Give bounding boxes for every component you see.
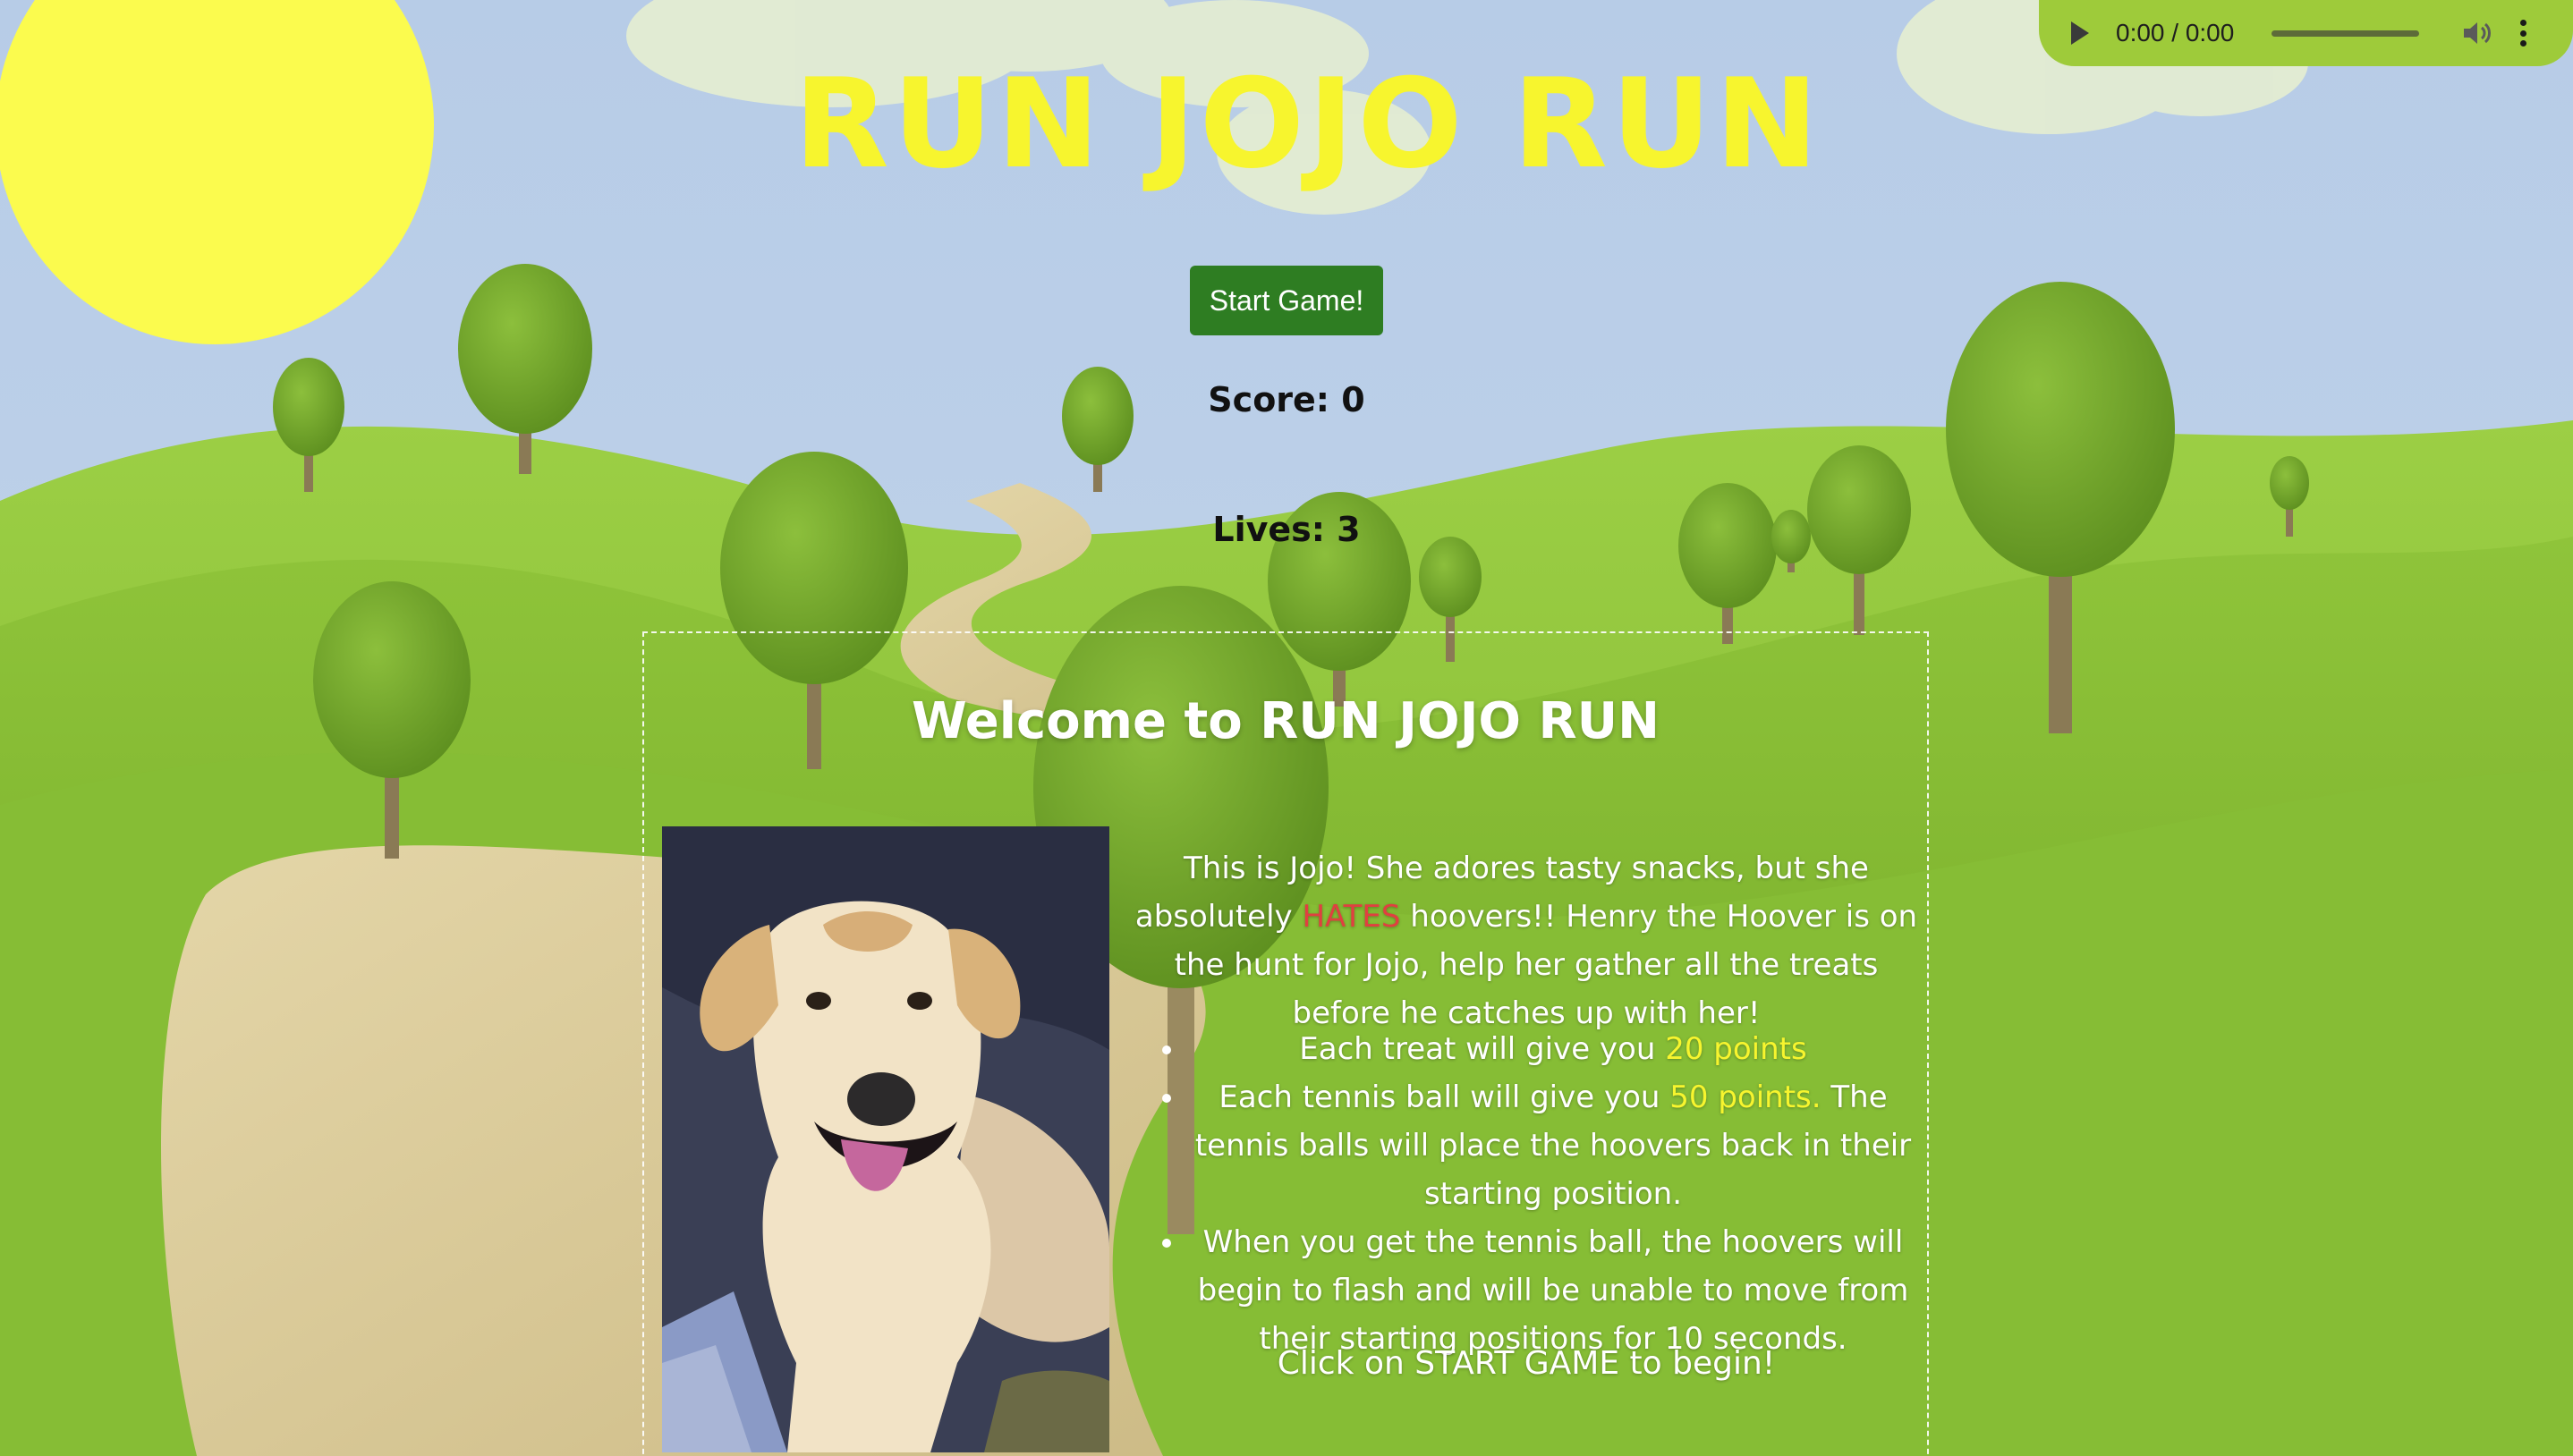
hates-word: HATES — [1302, 899, 1401, 935]
list-item: When you get the tennis ball, the hoover… — [1186, 1218, 1920, 1363]
rule-text: Each treat will give you — [1299, 1031, 1656, 1067]
list-item: Each tennis ball will give you 50 points… — [1186, 1073, 1920, 1218]
list-item: Each treat will give you 20 points — [1186, 1025, 1920, 1073]
audio-player[interactable]: 0:00 / 0:00 — [2039, 0, 2573, 66]
audio-time: 0:00 / 0:00 — [2116, 19, 2235, 47]
volume-icon[interactable] — [2462, 20, 2492, 47]
rules-list: Each treat will give you 20 points Each … — [1133, 1025, 1920, 1363]
lives-display: Lives: 3 — [1212, 510, 1361, 549]
rule-points: 20 points — [1665, 1031, 1807, 1067]
game-title: RUN JOJO RUN — [794, 52, 1822, 196]
intro-text: This is Jojo! She adores tasty snacks, b… — [1133, 844, 1920, 1037]
start-game-button[interactable]: Start Game! — [1190, 266, 1383, 335]
rule-points: 50 points. — [1669, 1079, 1821, 1115]
more-vert-icon[interactable] — [2519, 20, 2526, 47]
instructions-panel: Welcome to RUN JOJO RUN This is Jojo! Sh… — [642, 631, 1929, 1456]
call-to-action: Click on START GAME to begin! — [1277, 1345, 1776, 1382]
rule-text: When you get the tennis ball, the hoover… — [1197, 1224, 1909, 1357]
jojo-dog-photo — [662, 826, 1109, 1452]
rule-text: Each tennis ball will give you — [1219, 1079, 1660, 1115]
play-icon[interactable] — [2071, 21, 2089, 45]
welcome-heading: Welcome to RUN JOJO RUN — [912, 692, 1660, 750]
audio-progress-track[interactable] — [2272, 30, 2420, 37]
score-display: Score: 0 — [1208, 380, 1365, 419]
